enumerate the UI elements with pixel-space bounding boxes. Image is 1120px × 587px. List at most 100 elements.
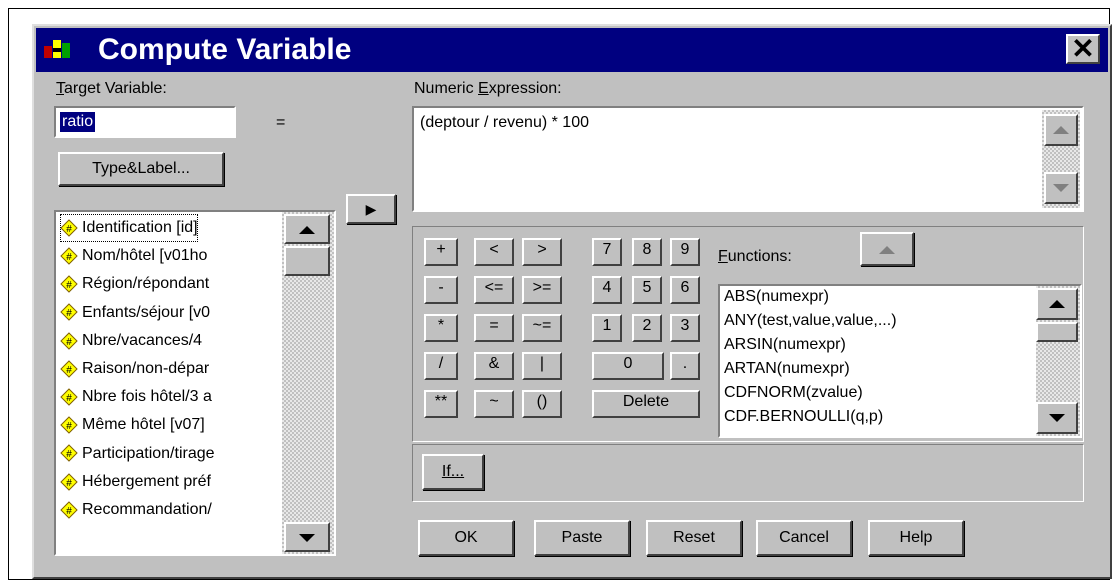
keypad-key[interactable]: = xyxy=(474,314,514,342)
variable-list-item[interactable]: # Identification [id] xyxy=(60,214,198,242)
move-to-expression-button[interactable]: ▶ xyxy=(346,194,396,224)
keypad-key[interactable]: >= xyxy=(522,276,562,304)
keypad-key[interactable]: 0 xyxy=(592,352,664,380)
functions-scroll-up-button[interactable] xyxy=(1036,288,1078,320)
chevron-down-icon xyxy=(1049,414,1065,422)
reset-button[interactable]: Reset xyxy=(646,520,742,556)
keypad-key-label: = xyxy=(489,317,499,334)
function-list-item[interactable]: ANY(test,value,value,...) xyxy=(724,312,897,330)
variable-list-item[interactable]: # Hébergement préf xyxy=(60,468,211,496)
ok-button-text: OK xyxy=(454,529,478,546)
help-button[interactable]: Help xyxy=(868,520,964,556)
keypad-key-label: 2 xyxy=(642,317,652,334)
target-variable-field[interactable]: ratio xyxy=(54,106,236,138)
expression-scroll-up-button[interactable] xyxy=(1044,114,1078,146)
variable-list-item[interactable]: # Raison/non-dépar xyxy=(60,355,209,383)
keypad-key[interactable]: 1 xyxy=(592,314,622,342)
numeric-variable-icon: # xyxy=(60,275,78,293)
variable-label: Hébergement préf xyxy=(82,472,211,490)
keypad-key[interactable]: & xyxy=(474,352,514,380)
functions-scroll-thumb[interactable] xyxy=(1036,322,1078,342)
function-list-item[interactable]: ARTAN(numexpr) xyxy=(724,360,850,378)
numeric-variable-icon: # xyxy=(60,444,78,463)
variable-list-item[interactable]: # Nbre fois hôtel/3 a xyxy=(60,383,212,411)
ok-button[interactable]: OK xyxy=(418,520,514,556)
keypad-key[interactable]: ** xyxy=(424,390,458,418)
keypad-key-label: ** xyxy=(434,393,448,410)
keypad-key-label: 3 xyxy=(680,317,690,334)
variable-list-item[interactable]: # Participation/tirage xyxy=(60,440,215,468)
variable-list-item[interactable]: # Région/répondant xyxy=(60,270,209,298)
numeric-variable-icon: # xyxy=(60,331,78,350)
function-list-item[interactable]: ABS(numexpr) xyxy=(724,288,829,306)
svg-text:#: # xyxy=(66,280,72,291)
keypad-key[interactable]: + xyxy=(424,238,458,266)
variable-list-item[interactable]: # Même hôtel [v07] xyxy=(60,411,205,439)
variable-label: Recommandation/ xyxy=(82,501,212,518)
keypad-key[interactable]: 3 xyxy=(670,314,700,342)
function-list-item[interactable]: CDF.BERNOULLI(q,p) xyxy=(724,408,883,426)
keypad-key[interactable]: 4 xyxy=(592,276,622,304)
keypad-key-label: 9 xyxy=(680,241,690,258)
keypad-key[interactable]: 8 xyxy=(632,238,662,266)
keypad-key-label: ~ xyxy=(489,393,499,410)
keypad-key[interactable]: * xyxy=(424,314,458,342)
keypad-key[interactable]: <= xyxy=(474,276,514,304)
svg-text:#: # xyxy=(66,337,72,348)
if-button-text: If... xyxy=(441,463,465,480)
numeric-variable-icon: # xyxy=(60,416,78,434)
expression-scroll-down-button[interactable] xyxy=(1044,172,1078,204)
variables-scroll-down-button[interactable] xyxy=(284,522,330,552)
keypad-key[interactable]: ~= xyxy=(522,314,562,342)
keypad-key[interactable]: 5 xyxy=(632,276,662,304)
numeric-expression-field[interactable]: (deptour / revenu) * 100 xyxy=(412,106,1084,212)
cancel-button-text: Cancel xyxy=(779,529,829,546)
numeric-variable-icon: # xyxy=(60,501,78,519)
title-bar[interactable]: Compute Variable ✕ xyxy=(36,28,1108,72)
keypad-key[interactable]: > xyxy=(522,238,562,266)
keypad-key[interactable]: 2 xyxy=(632,314,662,342)
numeric-expression-label: Numeric Expression: xyxy=(414,80,562,97)
function-list-item[interactable]: ARSIN(numexpr) xyxy=(724,336,846,354)
svg-text:#: # xyxy=(66,365,72,376)
keypad-key[interactable]: 7 xyxy=(592,238,622,266)
paste-function-button[interactable] xyxy=(860,232,914,266)
keypad-key[interactable]: ~ xyxy=(474,390,514,418)
if-condition-group xyxy=(412,444,1084,502)
variable-label: Région/répondant xyxy=(82,275,210,293)
variables-scroll-up-button[interactable] xyxy=(284,214,330,244)
keypad-key[interactable]: Delete xyxy=(592,390,700,418)
keypad-key[interactable]: - xyxy=(424,276,458,304)
type-label-button[interactable]: Type&Label... xyxy=(58,152,224,186)
numeric-variable-icon: # xyxy=(60,219,78,237)
keypad-key[interactable]: 9 xyxy=(670,238,700,266)
window-title: Compute Variable xyxy=(98,33,352,66)
keypad-key[interactable]: / xyxy=(424,352,458,380)
keypad-key[interactable]: | xyxy=(522,352,562,380)
variables-listbox[interactable]: # Identification [id] # Nom/hôtel [v01ho # Ré… xyxy=(54,210,336,556)
variables-scroll-thumb[interactable] xyxy=(284,246,330,276)
close-button[interactable]: ✕ xyxy=(1066,34,1100,64)
paste-button[interactable]: Paste xyxy=(534,520,630,556)
cancel-button[interactable]: Cancel xyxy=(756,520,852,556)
numeric-variable-icon: # xyxy=(60,388,78,406)
keypad-key-label: 8 xyxy=(642,241,652,258)
svg-text:#: # xyxy=(66,252,72,263)
variable-list-item[interactable]: # Recommandation/ xyxy=(60,496,212,524)
keypad-key[interactable]: 6 xyxy=(670,276,700,304)
variable-list-item[interactable]: # Nbre/vacances/4 xyxy=(60,327,202,355)
variable-label: Nbre/vacances/4 xyxy=(82,331,203,349)
numeric-expression-value: (deptour / revenu) * 100 xyxy=(420,114,589,131)
variable-list-item[interactable]: # Nom/hôtel [v01ho xyxy=(60,242,207,270)
keypad-key-label: | xyxy=(539,355,545,372)
keypad-key[interactable]: < xyxy=(474,238,514,266)
keypad-key[interactable]: () xyxy=(522,390,562,418)
function-list-item[interactable]: CDFNORM(zvalue) xyxy=(724,384,863,402)
if-button[interactable]: If... xyxy=(422,454,484,490)
variable-list-item[interactable]: # Enfants/séjour [v0 xyxy=(60,299,210,327)
functions-listbox[interactable]: ABS(numexpr) ANY(test,value,value,...) ARS… xyxy=(718,284,1082,438)
keypad-key[interactable]: . xyxy=(670,352,700,380)
target-variable-label: Target Variable: xyxy=(56,80,167,98)
functions-scroll-down-button[interactable] xyxy=(1036,402,1078,434)
target-variable-value: ratio xyxy=(60,112,96,132)
